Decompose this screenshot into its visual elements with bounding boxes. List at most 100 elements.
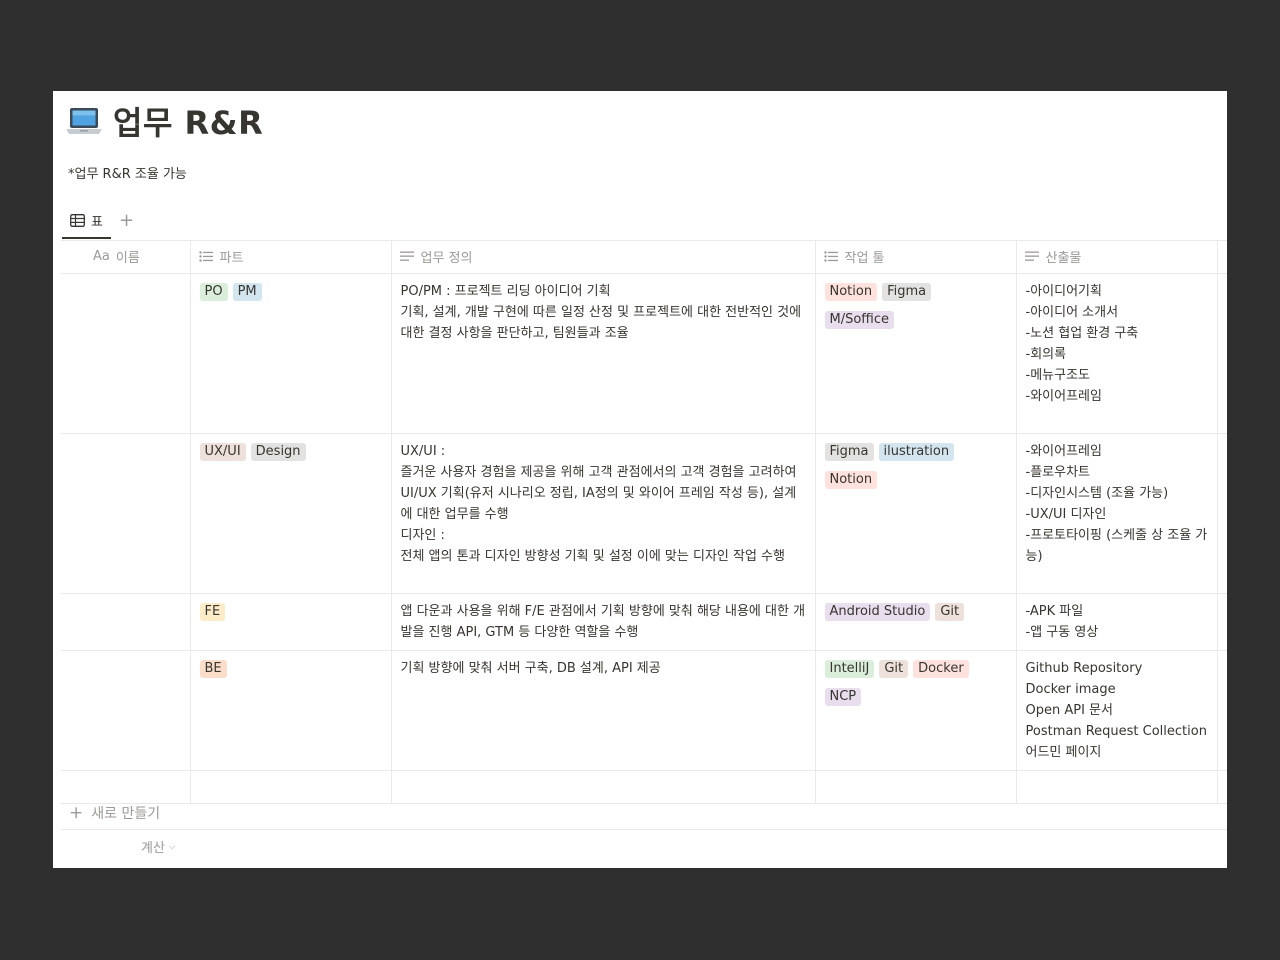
definition-text: 앱 다운과 사용을 위해 F/E 관점에서 기획 방향에 맞춰 해당 내용에 대… [401, 601, 806, 643]
cell-output[interactable]: -와이어프레임 -플로우차트 -디자인시스템 (조율 가능) -UX/UI 디자인 -프… [1016, 433, 1218, 594]
tool-tag[interactable]: Docker [913, 659, 969, 678]
definition-line: 앱 다운과 사용을 위해 F/E 관점에서 기획 방향에 맞춰 해당 내용에 대… [400, 603, 806, 640]
part-tags: UX/UI Design [199, 441, 382, 469]
calculate-button[interactable]: 계산 ⌵ [141, 837, 176, 856]
tool-tag[interactable]: Git [935, 602, 965, 621]
page-header: 업무 R&R [65, 97, 263, 145]
definition-line: 즐거운 사용자 경험을 제공을 위해 고객 관점에서의 고객 경험을 고려하여 … [400, 464, 801, 522]
tab-table[interactable]: 표 [62, 203, 111, 239]
list-icon [198, 251, 213, 262]
output-line: -와이어프레임 [1025, 443, 1102, 459]
table-row[interactable]: PO PM PO/PM : 프로젝트 리딩 아이디어 기획 기획, 설계, 개발 구… [61, 273, 1227, 434]
tool-tag[interactable]: Notion [824, 470, 878, 489]
column-header-tools[interactable]: 작업 툴 [815, 241, 1017, 274]
tool-tag[interactable]: IntelliJ [824, 659, 875, 678]
tool-tag[interactable]: ilustration [878, 442, 955, 461]
output-line: Github Repository [1025, 660, 1143, 676]
cell-definition[interactable]: PO/PM : 프로젝트 리딩 아이디어 기획 기획, 설계, 개발 구현에 따른… [391, 273, 816, 434]
tool-tag[interactable]: Notion [824, 282, 878, 301]
tool-tags: Android Studio Git [824, 601, 1007, 629]
column-label: 작업 툴 [844, 251, 885, 267]
output-text: -아이디어기획 -아이디어 소개서 -노션 협업 환경 구축 -회의록 -메뉴구조도 -와… [1026, 281, 1208, 407]
cell-tools[interactable]: Android Studio Git [815, 593, 1017, 651]
tool-tags: Notion Figma M/Soffice [824, 281, 1007, 337]
cell-definition[interactable]: 기획 방향에 맞춰 서버 구축, DB 설계, API 제공 [391, 650, 816, 771]
part-tag[interactable]: PM [232, 282, 262, 301]
cell-name[interactable] [61, 273, 191, 434]
view-tabs: 표 + [62, 203, 1227, 239]
table-row[interactable]: BE 기획 방향에 맞춰 서버 구축, DB 설계, API 제공 Intell… [61, 650, 1227, 771]
cell-output[interactable]: -아이디어기획 -아이디어 소개서 -노션 협업 환경 구축 -회의록 -메뉴구조도 -와… [1016, 273, 1218, 434]
tool-tag[interactable]: NCP [824, 687, 862, 706]
definition-line: 기획, 설계, 개발 구현에 따른 일정 산정 및 프로젝트에 대한 전반적인 … [400, 304, 806, 341]
cell-overflow [1217, 593, 1227, 651]
table-icon [70, 213, 85, 227]
column-header-part[interactable]: 파트 [190, 241, 392, 274]
column-header-name[interactable]: Aa 이름 [61, 241, 191, 274]
cell-output[interactable]: Github Repository Docker image Open API 문서… [1016, 650, 1218, 771]
text-lines-icon [1024, 251, 1039, 262]
table-row[interactable]: FE 앱 다운과 사용을 위해 F/E 관점에서 기획 방향에 맞춰 해당 내용… [61, 593, 1227, 651]
output-line: Docker image [1025, 681, 1116, 697]
cell-overflow [1217, 650, 1227, 771]
output-line: Open API 문서 [1025, 702, 1113, 718]
tab-table-label: 표 [91, 214, 103, 230]
output-line: -플로우차트 [1025, 464, 1091, 480]
tool-tag[interactable]: Git [879, 659, 909, 678]
page-note: *업무 R&R 조율 가능 [68, 167, 187, 182]
output-line: -노션 협업 환경 구축 [1025, 325, 1139, 341]
cell-part[interactable]: BE [190, 650, 392, 771]
cell-tools[interactable]: IntelliJ Git Docker NCP [815, 650, 1017, 771]
cell-definition[interactable]: 앱 다운과 사용을 위해 F/E 관점에서 기획 방향에 맞춰 해당 내용에 대… [391, 593, 816, 651]
output-line: -메뉴구조도 [1025, 367, 1091, 383]
output-line: -회의록 [1025, 346, 1067, 362]
definition-line: 디자인 : [400, 527, 445, 543]
tool-tags: Figma ilustrationNotion [824, 441, 1007, 497]
laptop-icon [66, 108, 102, 134]
part-tag[interactable]: UX/UI [199, 442, 246, 461]
column-label: 업무 정의 [420, 251, 473, 267]
cell-overflow [1217, 273, 1227, 434]
calculate-label: 계산 [141, 841, 165, 856]
cell-part[interactable]: FE [190, 593, 392, 651]
column-header-definition[interactable]: 업무 정의 [391, 241, 816, 274]
cell-definition[interactable]: UX/UI : 즐거운 사용자 경험을 제공을 위해 고객 관점에서의 고객 경험… [391, 433, 816, 594]
output-line: -디자인시스템 (조율 가능) [1025, 485, 1169, 501]
output-text: -APK 파일 -앱 구동 영상 [1026, 601, 1208, 643]
column-label: 산출물 [1045, 251, 1082, 267]
plus-icon: + [69, 803, 84, 823]
tool-tag[interactable]: Figma [882, 282, 932, 301]
part-tag[interactable]: Design [250, 442, 306, 461]
cell-part[interactable]: PO PM [190, 273, 392, 434]
output-text: -와이어프레임 -플로우차트 -디자인시스템 (조율 가능) -UX/UI 디자인 -프… [1026, 441, 1208, 567]
tool-tag[interactable]: Figma [824, 442, 874, 461]
cell-name[interactable] [61, 593, 191, 651]
table-row[interactable]: UX/UI Design UX/UI : 즐거운 사용자 경험을 제공을 위해 고객… [61, 433, 1227, 594]
part-tag[interactable]: BE [199, 659, 227, 678]
tool-tag[interactable]: M/Soffice [824, 310, 895, 329]
part-tag[interactable]: FE [199, 602, 226, 621]
cell-part[interactable]: UX/UI Design [190, 433, 392, 594]
output-line: -와이어프레임 [1025, 388, 1102, 404]
tool-tag[interactable]: Android Studio [824, 602, 931, 621]
definition-text: 기획 방향에 맞춰 서버 구축, DB 설계, API 제공 [401, 658, 806, 679]
plus-icon[interactable]: + [119, 212, 134, 230]
part-tags: PO PM [199, 281, 382, 309]
definition-line: 기획 방향에 맞춰 서버 구축, DB 설계, API 제공 [400, 660, 661, 676]
cell-overflow [1217, 433, 1227, 594]
new-row-button[interactable]: + 새로 만들기 [61, 797, 1227, 830]
output-line: -UX/UI 디자인 [1025, 506, 1107, 522]
cell-tools[interactable]: Figma ilustrationNotion [815, 433, 1017, 594]
part-tag[interactable]: PO [199, 282, 228, 301]
definition-text: PO/PM : 프로젝트 리딩 아이디어 기획 기획, 설계, 개발 구현에 따른… [401, 281, 806, 344]
column-header-output[interactable]: 산출물 [1016, 241, 1218, 274]
cell-output[interactable]: -APK 파일 -앱 구동 영상 [1016, 593, 1218, 651]
output-line: -APK 파일 [1025, 603, 1084, 619]
table-header-row: Aa 이름 파트 업무 정의 작업 툴 산출물 [61, 241, 1227, 274]
cell-tools[interactable]: Notion Figma M/Soffice [815, 273, 1017, 434]
cell-name[interactable] [61, 433, 191, 594]
output-line: -아이디어기획 [1025, 283, 1102, 299]
output-line: 어드민 페이지 [1025, 744, 1102, 760]
definition-text: UX/UI : 즐거운 사용자 경험을 제공을 위해 고객 관점에서의 고객 경험… [401, 441, 806, 567]
cell-name[interactable] [61, 650, 191, 771]
